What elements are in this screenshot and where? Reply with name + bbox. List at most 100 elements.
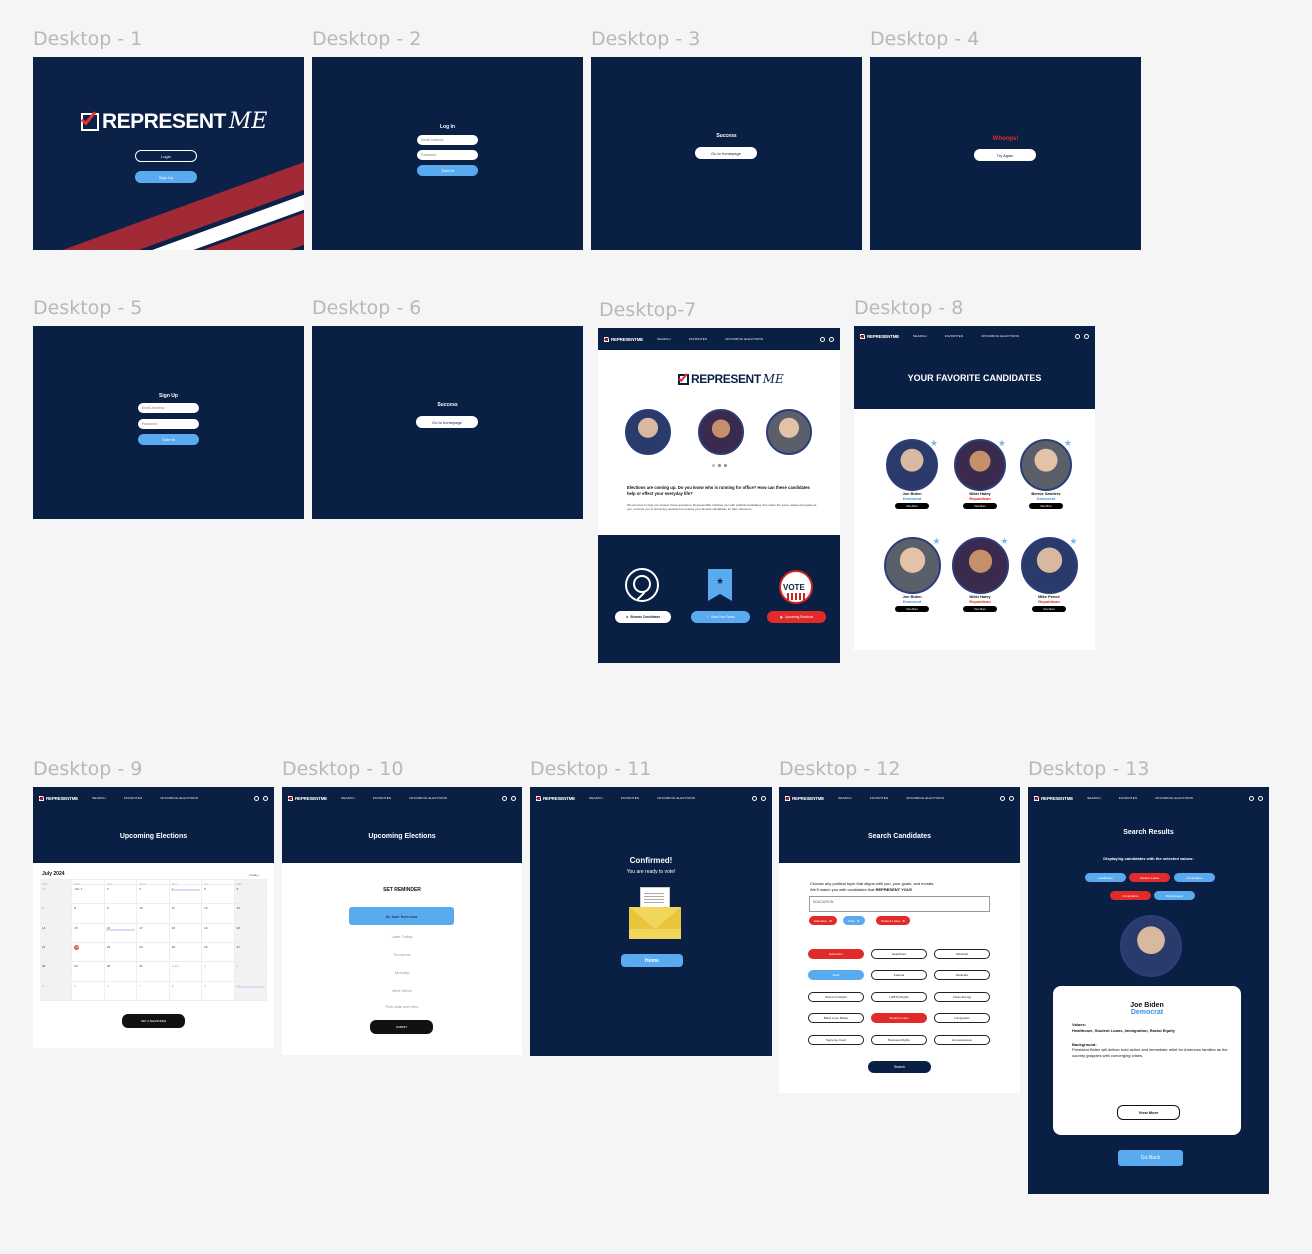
topic-option[interactable]: Business Rights: [871, 1035, 927, 1045]
nav-logo[interactable]: REPRESENTME: [785, 795, 824, 801]
selected-chip[interactable]: State ⊗: [843, 916, 865, 925]
login-button[interactable]: Login: [135, 150, 197, 162]
account-icon[interactable]: [263, 795, 268, 801]
frame-desktop-4[interactable]: Whoops! Try Again: [870, 57, 1141, 250]
topic-option[interactable]: Student Loans: [871, 1013, 927, 1023]
candidate-card[interactable]: ★ Joe Biden Democrat View More: [882, 438, 942, 509]
frame-desktop-3[interactable]: Success Go to homepage: [591, 57, 862, 250]
bell-icon[interactable]: [1249, 795, 1254, 801]
nav-logo[interactable]: REPRESENTME: [39, 795, 78, 801]
candidate-card[interactable]: ★ Mike Pence Republican View More: [1019, 536, 1079, 612]
topic-option[interactable]: Education: [808, 949, 864, 959]
email-field[interactable]: Email Address: [138, 403, 199, 413]
nav-upcoming[interactable]: UPCOMING ELECTIONS: [409, 796, 447, 800]
submit-button[interactable]: Submit: [138, 434, 199, 445]
browse-candidates-button[interactable]: ⊙ Browse Candidates: [615, 611, 671, 623]
topic-option[interactable]: Clean Energy: [934, 992, 990, 1002]
candidate-avatar[interactable]: [698, 409, 744, 455]
reminder-option[interactable]: Pick date and time: [282, 1004, 522, 1009]
value-chip[interactable]: Immigration: [1174, 873, 1215, 882]
topic-option[interactable]: Medicaid: [934, 949, 990, 959]
reminder-option[interactable]: Next Week: [282, 988, 522, 993]
try-again-button[interactable]: Try Again: [974, 149, 1036, 161]
view-more-button[interactable]: View More: [895, 503, 929, 509]
nav-favorites[interactable]: FAVORITES: [124, 796, 142, 800]
topic-option[interactable]: Women's Rights: [808, 992, 864, 1002]
candidate-card[interactable]: ★ Joe Biden Democrat View More: [882, 536, 942, 612]
view-more-button[interactable]: View More: [1029, 503, 1063, 509]
candidate-avatar[interactable]: [625, 409, 671, 455]
nav-search[interactable]: SEARCH: [913, 334, 927, 338]
account-icon[interactable]: [1258, 795, 1263, 801]
view-more-button[interactable]: View More: [895, 606, 929, 612]
reminder-option[interactable]: Tomorrow: [282, 952, 522, 957]
bell-icon[interactable]: [502, 795, 507, 801]
bell-icon[interactable]: [752, 795, 757, 801]
calendar-grid[interactable]: Sun Mon Tue Wed Thu Fri Sat 30JUL 123456…: [40, 879, 267, 1001]
nav-search[interactable]: SEARCH: [589, 796, 603, 800]
home-button[interactable]: Home: [621, 954, 683, 967]
go-back-button[interactable]: Go Back: [1118, 1150, 1183, 1166]
nav-upcoming[interactable]: UPCOMING ELECTIONS: [981, 334, 1019, 338]
signup-button[interactable]: Sign Up: [135, 171, 197, 183]
frame-desktop-7[interactable]: REPRESENTME SEARCH FAVORITES UPCOMING EL…: [598, 328, 840, 663]
value-chip[interactable]: Healthcare: [1085, 873, 1126, 882]
value-chip[interactable]: Student Loans: [1129, 873, 1170, 882]
nav-favorites[interactable]: FAVORITES: [945, 334, 963, 338]
selected-chip[interactable]: Student Loans ⊗: [876, 916, 910, 925]
bell-icon[interactable]: [1000, 795, 1005, 801]
nav-favorites[interactable]: FAVORITES: [621, 796, 639, 800]
frame-desktop-6[interactable]: Success Go to homepage: [312, 326, 583, 519]
nav-logo[interactable]: REPRESENTME: [860, 333, 899, 339]
set-reminder-button[interactable]: SET A REMINDER: [122, 1014, 185, 1028]
frame-desktop-13[interactable]: REPRESENTME SEARCH FAVORITES UPCOMING EL…: [1028, 787, 1269, 1194]
nav-favorites[interactable]: FAVORITES: [689, 337, 707, 341]
nav-search[interactable]: SEARCH: [838, 796, 852, 800]
account-icon[interactable]: [829, 336, 834, 342]
frame-desktop-12[interactable]: REPRESENTME SEARCH FAVORITES UPCOMING EL…: [779, 787, 1020, 1093]
go-home-button[interactable]: Go to homepage: [695, 147, 757, 159]
submit-button[interactable]: Submit: [417, 165, 478, 176]
carousel-dots[interactable]: [712, 464, 727, 467]
value-chip[interactable]: Racial Equity: [1154, 891, 1195, 900]
nav-upcoming[interactable]: UPCOMING ELECTIONS: [1155, 796, 1193, 800]
view-more-button[interactable]: View More: [963, 503, 997, 509]
bell-icon[interactable]: [820, 336, 825, 342]
topic-option[interactable]: Homelessness: [934, 1035, 990, 1045]
topic-option[interactable]: Immigration: [934, 1013, 990, 1023]
view-more-button[interactable]: View More: [1032, 606, 1066, 612]
nav-upcoming[interactable]: UPCOMING ELECTIONS: [725, 337, 763, 341]
topic-option[interactable]: State: [808, 970, 864, 980]
nav-favorites[interactable]: FAVORITES: [1119, 796, 1137, 800]
nav-upcoming[interactable]: UPCOMING ELECTIONS: [906, 796, 944, 800]
candidate-card[interactable]: ★ Bernie Sanders Democrat View More: [1016, 438, 1076, 509]
nav-logo[interactable]: REPRESENTME: [604, 336, 643, 342]
account-icon[interactable]: [761, 795, 766, 801]
email-field[interactable]: Email Address: [417, 135, 478, 145]
account-icon[interactable]: [1084, 333, 1089, 339]
topic-option[interactable]: Supreme Court: [808, 1035, 864, 1045]
nav-favorites[interactable]: FAVORITES: [373, 796, 391, 800]
nav-upcoming[interactable]: UPCOMING ELECTIONS: [657, 796, 695, 800]
frame-desktop-8[interactable]: REPRESENTME SEARCH FAVORITES UPCOMING EL…: [854, 326, 1095, 650]
frame-desktop-1[interactable]: REPRESENT ME Login Sign Up: [33, 57, 304, 250]
view-more-button[interactable]: View More: [1117, 1105, 1180, 1120]
topic-option[interactable]: Medicare: [934, 970, 990, 980]
nav-search[interactable]: SEARCH: [657, 337, 671, 341]
nav-logo[interactable]: REPRESENTME: [536, 795, 575, 801]
password-field[interactable]: Password: [138, 419, 199, 429]
bell-icon[interactable]: [1075, 333, 1080, 339]
topic-option[interactable]: Federal: [871, 970, 927, 980]
nav-logo[interactable]: REPRESENTME: [288, 795, 327, 801]
account-icon[interactable]: [511, 795, 516, 801]
selected-chip[interactable]: Education ⊗: [809, 916, 837, 925]
search-button[interactable]: Search: [868, 1061, 931, 1073]
frame-desktop-9[interactable]: REPRESENTME SEARCH FAVORITES UPCOMING EL…: [33, 787, 274, 1048]
topic-option[interactable]: Black Lives Matter: [808, 1013, 864, 1023]
search-input[interactable]: EDUCATION: [809, 896, 990, 912]
topic-option[interactable]: LGBTQ Rights: [871, 992, 927, 1002]
frame-desktop-5[interactable]: Sign Up Email Address Password Submit: [33, 326, 304, 519]
topic-option[interactable]: Healthcare: [871, 949, 927, 959]
submit-button[interactable]: SUBMIT: [370, 1020, 433, 1034]
view-more-button[interactable]: View More: [963, 606, 997, 612]
